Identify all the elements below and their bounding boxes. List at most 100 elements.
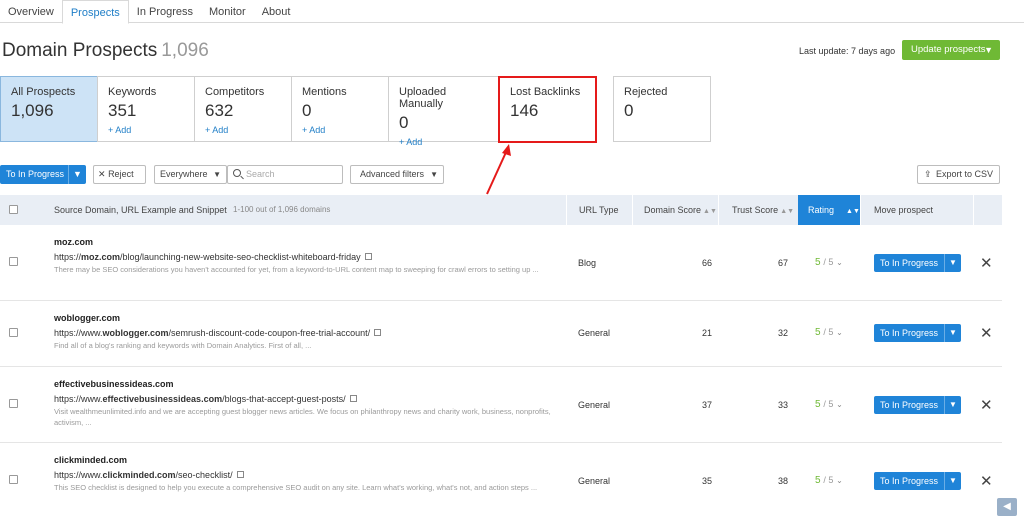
reject-row-icon[interactable]: ✕	[980, 324, 993, 342]
chevron-down-icon[interactable]: ▼	[68, 165, 86, 184]
rating-max: / 5	[823, 327, 834, 337]
card-add-link[interactable]: + Add	[302, 125, 378, 135]
table-row: moz.com https://moz.com/blog/launching-n…	[0, 225, 1002, 301]
row-domain-score: 21	[701, 328, 712, 338]
col-domain-score[interactable]: Domain Score ▲▼	[632, 195, 718, 225]
url-prefix: https://www.	[54, 328, 103, 338]
url-domain: woblogger.com	[102, 328, 169, 338]
search-placeholder: Search	[246, 169, 275, 179]
search-input[interactable]: Search	[227, 165, 343, 184]
row-rating[interactable]: 5 / 5 ⌄	[815, 257, 843, 268]
last-update-text: Last update: 7 days ago	[799, 46, 896, 56]
advanced-filters-button[interactable]: Advanced filters ▼	[350, 165, 444, 184]
select-all-checkbox[interactable]	[9, 205, 18, 214]
chevron-down-icon: ⌄	[836, 476, 843, 485]
reject-row-icon[interactable]: ✕	[980, 396, 993, 414]
card-label: Keywords	[108, 86, 157, 98]
export-label: Export to CSV	[936, 169, 994, 179]
row-snippet: Find all of a blog's ranking and keyword…	[54, 341, 312, 350]
row-rating[interactable]: 5 / 5 ⌄	[815, 327, 843, 338]
tab-overview[interactable]: Overview	[0, 0, 62, 23]
chevron-down-icon[interactable]: ▼	[944, 472, 961, 490]
chevron-down-icon[interactable]: ▼	[944, 324, 961, 342]
chevron-down-icon[interactable]: ▼	[944, 254, 961, 272]
row-url-type: Blog	[578, 258, 597, 268]
card-lost-backlinks[interactable]: Lost Backlinks 146	[499, 76, 597, 142]
row-rating[interactable]: 5 / 5 ⌄	[815, 399, 843, 410]
row-url-link[interactable]: https://www.woblogger.com/semrush-discou…	[54, 328, 382, 338]
row-to-in-progress-button[interactable]: To In Progress ▼	[874, 472, 961, 490]
row-snippet: This SEO checklist is designed to help y…	[54, 483, 538, 492]
page-title-text: Domain Prospects	[2, 40, 158, 61]
card-rejected[interactable]: Rejected 0	[613, 76, 711, 142]
external-link-icon	[349, 395, 357, 402]
row-trust-score: 32	[777, 328, 788, 338]
col-move: Move prospect	[860, 195, 973, 225]
advanced-filters-label: Advanced filters	[360, 169, 425, 179]
scope-value: Everywhere	[160, 169, 208, 179]
card-value: 0	[624, 101, 634, 120]
update-prospects-label: Update prospects	[911, 44, 986, 55]
card-value: 351	[108, 101, 137, 120]
update-prospects-button[interactable]: Update prospects ▼	[902, 40, 1000, 60]
card-uploaded-manually[interactable]: Uploaded Manually 0 + Add	[388, 76, 500, 147]
chevron-down-icon: ⌄	[836, 328, 843, 337]
tab-about[interactable]: About	[254, 0, 299, 23]
card-add-link[interactable]: + Add	[108, 125, 184, 135]
card-value: 146	[510, 101, 539, 120]
tab-prospects[interactable]: Prospects	[61, 0, 129, 24]
col-url-type[interactable]: URL Type	[566, 195, 632, 225]
export-csv-button[interactable]: ⇪ Export to CSV	[917, 165, 1000, 184]
row-checkbox[interactable]	[9, 328, 18, 337]
row-to-in-progress-button[interactable]: To In Progress ▼	[874, 324, 961, 342]
col-range: 1-100 out of 1,096 domains	[233, 205, 331, 214]
card-all-prospects[interactable]: All Prospects 1,096	[0, 76, 98, 142]
card-add-link[interactable]: + Add	[205, 125, 281, 135]
card-add-link[interactable]: + Add	[399, 137, 489, 147]
tab-in-progress[interactable]: In Progress	[129, 0, 201, 23]
row-action-label: To In Progress	[880, 400, 939, 410]
close-icon: ✕	[98, 169, 106, 179]
row-rating[interactable]: 5 / 5 ⌄	[815, 475, 843, 486]
to-in-progress-button[interactable]: To In Progress ▼	[0, 165, 86, 184]
row-url-link[interactable]: https://moz.com/blog/launching-new-websi…	[54, 252, 372, 262]
url-domain: moz.com	[81, 252, 121, 262]
row-to-in-progress-button[interactable]: To In Progress ▼	[874, 396, 961, 414]
card-competitors[interactable]: Competitors 632 + Add	[194, 76, 292, 142]
url-prefix: https://	[54, 252, 82, 262]
col-actions	[973, 195, 1002, 225]
row-snippet: Visit wealthmeunlimited.info and we are …	[54, 407, 551, 427]
reject-row-icon[interactable]: ✕	[980, 254, 993, 272]
row-url-link[interactable]: https://www.effectivebusinessideas.com/b…	[54, 394, 357, 404]
row-url-link[interactable]: https://www.clickminded.com/seo-checklis…	[54, 470, 244, 480]
card-value: 0	[302, 101, 312, 120]
feedback-icon[interactable]: ◀	[997, 498, 1017, 516]
row-snippet: There may be SEO considerations you have…	[54, 265, 539, 274]
col-trust-score[interactable]: Trust Score ▲▼	[718, 195, 798, 225]
external-link-icon	[236, 471, 244, 478]
row-checkbox[interactable]	[9, 399, 18, 408]
rating-value: 5	[815, 257, 821, 268]
to-in-progress-label: To In Progress	[6, 169, 65, 179]
col-source: Source Domain, URL Example and Snippet	[54, 205, 227, 215]
chevron-down-icon[interactable]: ▼	[944, 396, 961, 414]
row-domain-score: 35	[701, 476, 712, 486]
rating-value: 5	[815, 475, 821, 486]
row-to-in-progress-button[interactable]: To In Progress ▼	[874, 254, 961, 272]
rating-max: / 5	[823, 399, 834, 409]
card-mentions[interactable]: Mentions 0 + Add	[291, 76, 389, 142]
tab-monitor[interactable]: Monitor	[201, 0, 254, 23]
row-checkbox[interactable]	[9, 475, 18, 484]
reject-button[interactable]: ✕ Reject	[93, 165, 146, 184]
col-rating[interactable]: Rating ▲▼	[798, 195, 860, 225]
row-checkbox[interactable]	[9, 257, 18, 266]
reject-row-icon[interactable]: ✕	[980, 472, 993, 490]
scope-select[interactable]: Everywhere ▼	[154, 165, 227, 184]
sort-icon: ▲▼	[780, 208, 795, 215]
card-label: All Prospects	[11, 86, 76, 98]
card-keywords[interactable]: Keywords 351 + Add	[97, 76, 195, 142]
external-link-icon	[374, 329, 382, 336]
export-icon: ⇪	[924, 169, 932, 179]
prospect-count: 1,096	[161, 40, 209, 61]
url-domain: clickminded.com	[102, 470, 176, 480]
